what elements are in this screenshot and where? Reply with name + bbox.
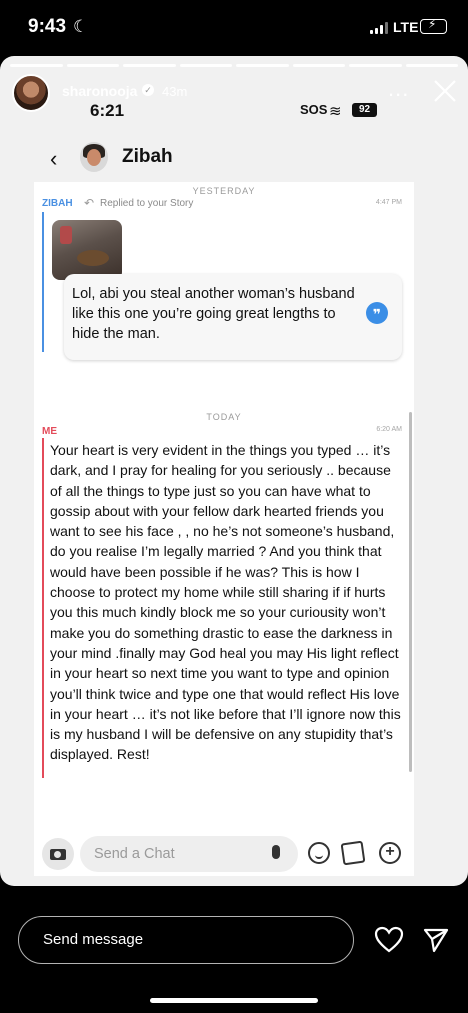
story-time-ago: 43m bbox=[162, 84, 188, 99]
status-time: 9:43 bbox=[28, 16, 67, 37]
zibah-message-bar bbox=[42, 212, 44, 352]
battery-icon: ⚡ bbox=[420, 17, 447, 34]
chat-input-bar: Send a Chat + bbox=[34, 832, 414, 876]
story-progress bbox=[10, 64, 458, 67]
cards-icon[interactable] bbox=[340, 840, 366, 866]
zibah-timestamp: 4:47 PM bbox=[375, 199, 402, 206]
signal-icon bbox=[370, 22, 388, 34]
verified-icon: ✓ bbox=[142, 84, 154, 96]
plus-icon[interactable]: + bbox=[379, 842, 401, 864]
reply-arrow-icon: ↶ bbox=[84, 196, 95, 210]
sender-label-me: ME bbox=[42, 426, 57, 437]
close-icon[interactable] bbox=[430, 76, 460, 106]
camera-icon[interactable] bbox=[42, 838, 74, 870]
story-avatar[interactable] bbox=[12, 74, 50, 112]
home-indicator[interactable] bbox=[150, 998, 318, 1003]
screenshot-battery: 92 bbox=[352, 103, 377, 117]
me-message-bar bbox=[42, 438, 44, 778]
status-bar: 9:43 ☾ LTE ⚡ bbox=[0, 0, 468, 56]
contact-name: Zibah bbox=[122, 146, 173, 167]
chat-thread: YESTERDAY ZIBAH ↶ Replied to your Story … bbox=[34, 182, 414, 842]
story-view[interactable]: sharonooja ✓ 43m ... 6:21 SOS ≋ 92 ‹ Zib… bbox=[0, 56, 468, 886]
me-message: Your heart is very evident in the things… bbox=[50, 442, 401, 763]
more-icon[interactable]: ... bbox=[388, 76, 409, 102]
contact-avatar bbox=[80, 142, 108, 172]
zibah-message: Lol, abi you steal another woman’s husba… bbox=[64, 274, 402, 360]
sos-label: SOS bbox=[300, 102, 328, 117]
me-timestamp: 6:20 AM bbox=[376, 426, 402, 433]
story-thumbnail[interactable] bbox=[52, 220, 122, 280]
back-icon[interactable]: ‹ bbox=[50, 146, 57, 172]
replied-label: Replied to your Story bbox=[100, 198, 194, 209]
heart-icon[interactable] bbox=[374, 926, 404, 954]
moon-icon: ☾ bbox=[73, 17, 89, 36]
story-username[interactable]: sharonooja bbox=[62, 83, 137, 99]
zibah-message-text: Lol, abi you steal another woman’s husba… bbox=[72, 286, 355, 342]
date-separator-today: TODAY bbox=[206, 412, 242, 422]
screenshot-time: 6:21 bbox=[90, 101, 125, 120]
mic-icon[interactable] bbox=[272, 845, 280, 859]
sender-label-zibah: ZIBAH bbox=[42, 198, 73, 209]
chat-scrollbar[interactable] bbox=[409, 412, 412, 772]
quote-icon[interactable]: ❞ bbox=[366, 302, 388, 324]
send-message-input[interactable]: Send message bbox=[18, 916, 354, 964]
emoji-icon[interactable] bbox=[308, 842, 330, 864]
send-icon[interactable] bbox=[422, 926, 450, 954]
date-separator-yesterday: YESTERDAY bbox=[192, 186, 256, 196]
network-label: LTE bbox=[393, 19, 419, 35]
chat-input[interactable]: Send a Chat bbox=[80, 836, 298, 872]
wifi-icon: ≋ bbox=[329, 103, 342, 120]
